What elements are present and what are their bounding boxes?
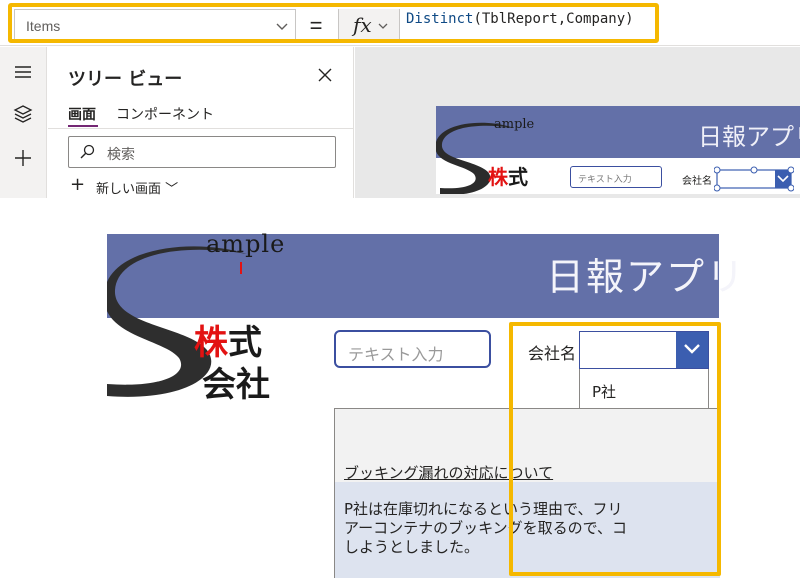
plus-icon[interactable] <box>12 147 34 169</box>
tree-view-title: ツリー ビュー <box>68 69 183 90</box>
logo-text: 会社 <box>202 365 270 405</box>
active-tab-indicator <box>68 125 98 127</box>
plus-icon: + <box>70 174 86 195</box>
text-input[interactable]: テキスト入力 <box>334 330 491 368</box>
tab-components[interactable]: コンポーネント <box>116 104 214 124</box>
canvas-app-preview: 日報アプリ ample 株式 テキスト入力 会社名 <box>436 106 800 194</box>
mini-dropdown-selected[interactable] <box>714 166 794 192</box>
svg-text:ample: ample <box>494 117 535 132</box>
mini-app-title: 日報アプリ <box>698 123 800 151</box>
svg-text:株式: 株式 <box>488 165 528 189</box>
text-input-placeholder: テキスト入力 <box>348 345 444 364</box>
new-screen-label: 新しい画面 ﹀ <box>96 182 179 197</box>
tab-screens[interactable]: 画面 <box>68 104 96 124</box>
hamburger-icon[interactable] <box>12 61 34 83</box>
divider <box>48 128 354 129</box>
formula-highlight-box <box>8 3 659 43</box>
layers-icon[interactable] <box>12 103 34 125</box>
company-logo: ample 株式 <box>436 117 535 194</box>
close-icon[interactable] <box>316 66 334 84</box>
app-title: 日報アプリ <box>546 255 747 299</box>
left-rail <box>0 47 47 198</box>
mini-company-label: 会社名 <box>682 176 712 187</box>
dropdown-highlight-box <box>509 322 721 576</box>
logo-text: ample <box>206 230 286 258</box>
search-icon <box>80 144 95 159</box>
tree-search-input[interactable]: 検索 <box>68 136 336 168</box>
search-placeholder: 検索 <box>107 147 135 163</box>
mini-text-input[interactable]: テキスト入力 <box>570 166 662 188</box>
